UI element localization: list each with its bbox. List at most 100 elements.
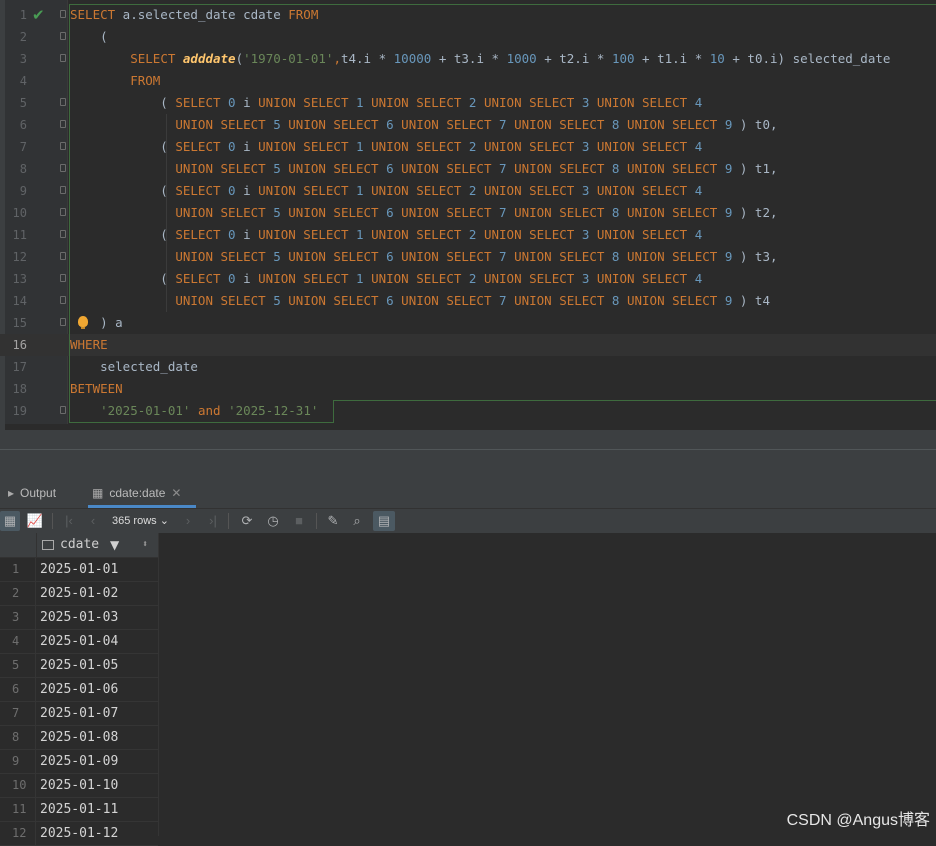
chart-view-icon[interactable]: 📈 bbox=[24, 511, 46, 531]
line-number: 10 bbox=[12, 206, 27, 220]
code-line[interactable]: 4 FROM bbox=[0, 70, 936, 92]
fold-marker-icon[interactable] bbox=[60, 318, 66, 326]
table-row[interactable]: 12 2025-01-12 bbox=[0, 822, 158, 846]
table-row[interactable]: 1 2025-01-01 bbox=[0, 558, 158, 582]
cell-cdate[interactable]: 2025-01-12 bbox=[40, 822, 118, 845]
first-page-icon[interactable]: |‹ bbox=[60, 511, 78, 531]
code-line[interactable]: 7 ( SELECT 0 i UNION SELECT 1 UNION SELE… bbox=[0, 136, 936, 158]
code-line[interactable]: 2 ( bbox=[0, 26, 936, 48]
table-row[interactable]: 7 2025-01-07 bbox=[0, 702, 158, 726]
fold-marker-icon[interactable] bbox=[60, 142, 66, 150]
cell-cdate[interactable]: 2025-01-03 bbox=[40, 606, 118, 629]
next-page-icon[interactable]: › bbox=[180, 511, 196, 531]
cell-cdate[interactable]: 2025-01-08 bbox=[40, 726, 118, 749]
cell-cdate[interactable]: 2025-01-07 bbox=[40, 702, 118, 725]
fold-marker-icon[interactable] bbox=[60, 186, 66, 194]
cell-cdate[interactable]: 2025-01-10 bbox=[40, 774, 118, 797]
table-row[interactable]: 5 2025-01-05 bbox=[0, 654, 158, 678]
table-row[interactable]: 2 2025-01-02 bbox=[0, 582, 158, 606]
pin-icon[interactable]: ✎ bbox=[322, 511, 344, 531]
refresh-icon[interactable]: ⟳ bbox=[236, 511, 258, 531]
code-token: i bbox=[235, 95, 259, 110]
code-token: 7 bbox=[499, 205, 507, 220]
code-text: ( bbox=[70, 26, 108, 48]
table-row[interactable]: 9 2025-01-09 bbox=[0, 750, 158, 774]
line-number: 7 bbox=[19, 140, 27, 154]
cell-cdate[interactable]: 2025-01-04 bbox=[40, 630, 118, 653]
cell-cdate[interactable]: 2025-01-09 bbox=[40, 750, 118, 773]
code-line[interactable]: 16 WHERE bbox=[0, 334, 936, 356]
code-line[interactable]: 5 ( SELECT 0 i UNION SELECT 1 UNION SELE… bbox=[0, 92, 936, 114]
table-row[interactable]: 11 2025-01-11 bbox=[0, 798, 158, 822]
code-token: UNION SELECT bbox=[483, 95, 575, 110]
tab-result-cdate[interactable]: ▦ cdate:date ✕ bbox=[88, 478, 196, 508]
table-row[interactable]: 3 2025-01-03 bbox=[0, 606, 158, 630]
table-row[interactable]: 4 2025-01-04 bbox=[0, 630, 158, 654]
cell-cdate[interactable]: 2025-01-11 bbox=[40, 798, 118, 821]
fold-marker-icon[interactable] bbox=[60, 10, 66, 18]
code-line[interactable]: 10 UNION SELECT 5 UNION SELECT 6 UNION S… bbox=[0, 202, 936, 224]
fold-marker-icon[interactable] bbox=[60, 98, 66, 106]
filter-icon[interactable]: ▼ bbox=[110, 533, 119, 557]
code-line[interactable]: 13 ( SELECT 0 i UNION SELECT 1 UNION SEL… bbox=[0, 268, 936, 290]
table-row[interactable]: 8 2025-01-08 bbox=[0, 726, 158, 750]
table-row[interactable]: 6 2025-01-06 bbox=[0, 678, 158, 702]
code-line[interactable]: 19 '2025-01-01' and '2025-12-31' bbox=[0, 400, 936, 422]
fold-marker-icon[interactable] bbox=[60, 296, 66, 304]
code-line[interactable]: 8 UNION SELECT 5 UNION SELECT 6 UNION SE… bbox=[0, 158, 936, 180]
code-line[interactable]: 6 UNION SELECT 5 UNION SELECT 6 UNION SE… bbox=[0, 114, 936, 136]
fold-marker-icon[interactable] bbox=[60, 274, 66, 282]
close-icon[interactable]: ✕ bbox=[171, 486, 181, 500]
code-line[interactable]: 17 selected_date bbox=[0, 356, 936, 378]
code-line[interactable]: 11 ( SELECT 0 i UNION SELECT 1 UNION SEL… bbox=[0, 224, 936, 246]
code-token: UNION SELECT bbox=[626, 205, 718, 220]
sort-icon[interactable]: ⬍ bbox=[142, 533, 148, 557]
panel-splitter[interactable] bbox=[0, 430, 936, 478]
code-line[interactable]: 1 ✔ SELECT a.selected_date cdate FROM bbox=[0, 4, 936, 26]
table-row[interactable]: 10 2025-01-10 bbox=[0, 774, 158, 798]
fold-marker-icon[interactable] bbox=[60, 230, 66, 238]
code-token: UNION SELECT bbox=[401, 205, 492, 220]
code-token: 6 bbox=[386, 117, 394, 132]
fold-marker-icon[interactable] bbox=[60, 208, 66, 216]
layout-toggle-icon[interactable]: ▤ bbox=[373, 511, 395, 531]
code-line[interactable]: 18 BETWEEN bbox=[0, 378, 936, 400]
fold-marker-icon[interactable] bbox=[60, 406, 66, 414]
previous-page-icon[interactable]: ‹ bbox=[84, 511, 102, 531]
cell-cdate[interactable]: 2025-01-02 bbox=[40, 582, 118, 605]
fold-marker-icon[interactable] bbox=[60, 120, 66, 128]
table-view-toggle-icon[interactable]: ▦ bbox=[0, 511, 20, 531]
rows-count-select[interactable]: 365 rows ⌄ bbox=[112, 511, 169, 531]
code-line[interactable]: 14 UNION SELECT 5 UNION SELECT 6 UNION S… bbox=[0, 290, 936, 312]
stop-icon[interactable]: ■ bbox=[288, 511, 310, 531]
cell-cdate[interactable]: 2025-01-01 bbox=[40, 558, 118, 581]
fold-marker-icon[interactable] bbox=[60, 54, 66, 62]
column-header-cdate[interactable]: cdate ▼ ⬍ bbox=[36, 533, 158, 557]
code-token: 0 bbox=[228, 227, 236, 242]
fold-marker-icon[interactable] bbox=[60, 32, 66, 40]
code-line[interactable]: 3 SELECT adddate('1970-01-01',t4.i * 100… bbox=[0, 48, 936, 70]
search-icon[interactable]: ⌕ bbox=[346, 511, 368, 531]
result-grid[interactable]: cdate ▼ ⬍ 1 2025-01-01 2 2025-01-02 3 2025-01… bbox=[0, 533, 936, 846]
code-line[interactable]: 12 UNION SELECT 5 UNION SELECT 6 UNION S… bbox=[0, 246, 936, 268]
fold-marker-icon[interactable] bbox=[60, 252, 66, 260]
code-line[interactable]: 9 ( SELECT 0 i UNION SELECT 1 UNION SELE… bbox=[0, 180, 936, 202]
code-token: UNION SELECT bbox=[626, 117, 718, 132]
fold-marker-icon[interactable] bbox=[60, 164, 66, 172]
last-page-icon[interactable]: ›| bbox=[204, 511, 222, 531]
code-token: 5 bbox=[273, 161, 281, 176]
grid-column-divider bbox=[158, 533, 159, 836]
code-lines[interactable]: 1 ✔ SELECT a.selected_date cdate FROM 2 (3 … bbox=[0, 4, 936, 422]
result-tabs-bar: ▸ Output ▦ cdate:date ✕ bbox=[0, 478, 936, 508]
sql-editor[interactable]: 1 ✔ SELECT a.selected_date cdate FROM 2 (3 … bbox=[0, 0, 936, 430]
tab-output[interactable]: ▸ Output bbox=[8, 478, 56, 508]
cell-cdate[interactable]: 2025-01-05 bbox=[40, 654, 118, 677]
cell-cdate[interactable]: 2025-01-06 bbox=[40, 678, 118, 701]
history-icon[interactable]: ◷ bbox=[262, 511, 284, 531]
code-line[interactable]: 15 ) a bbox=[0, 312, 936, 334]
